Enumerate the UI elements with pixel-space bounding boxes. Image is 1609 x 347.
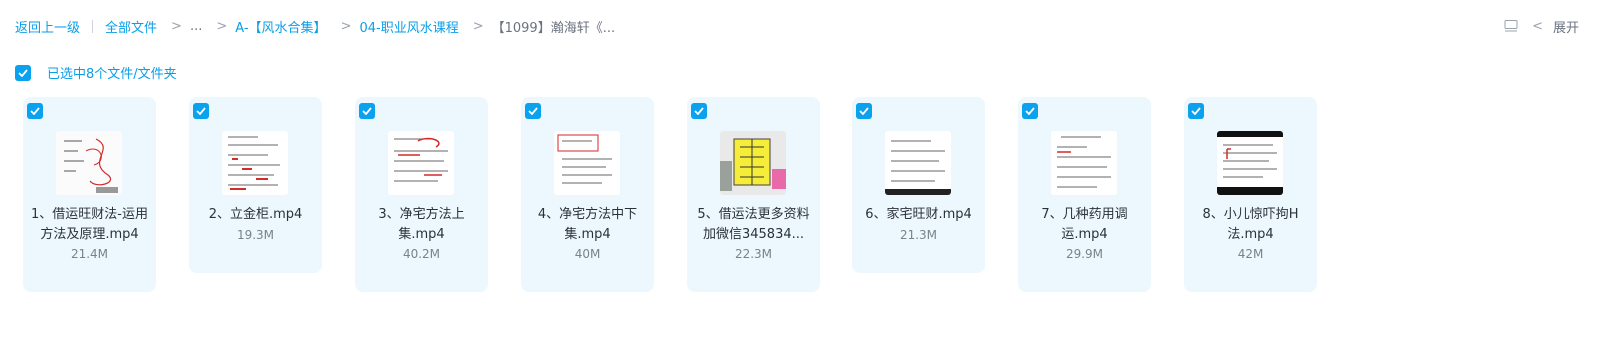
file-name: 8、小儿惊吓拘H法.mp4 [1202,207,1299,242]
file-card[interactable]: 5、借运法更多资料加微信345834... 22.3M [687,97,820,292]
file-size: 40.2M [402,247,441,261]
file-size: 19.3M [236,228,275,242]
breadcrumb-level2[interactable]: 04-职业风水课程 [359,17,458,36]
expand-button[interactable]: < 展开 [1532,17,1579,36]
video-thumbnail [1051,131,1117,195]
file-card[interactable]: 7、几种药用调运.mp4 29.9M [1018,97,1151,292]
file-checkbox[interactable] [525,103,541,119]
file-size: 21.4M [70,247,109,261]
file-card[interactable]: 8、小儿惊吓拘H法.mp4 42M [1184,97,1317,292]
file-size: 22.3M [734,247,773,261]
file-checkbox[interactable] [27,103,43,119]
file-checkbox[interactable] [691,103,707,119]
breadcrumb-ellipsis[interactable]: ... [190,19,202,34]
breadcrumb-level1[interactable]: A-【风水合集】 [235,17,326,36]
file-name: 3、净宅方法上集.mp4 [378,207,465,242]
divider [92,19,94,33]
select-all-checkbox[interactable] [15,64,31,81]
breadcrumb-current: 【1099】瀚海轩《... [491,20,616,36]
file-name: 5、借运法更多资料加微信345834... [697,207,810,242]
file-checkbox[interactable] [1022,103,1038,119]
expand-label: 展开 [1552,20,1579,36]
video-thumbnail [1217,131,1283,195]
breadcrumb-root[interactable]: 全部文件 [105,17,157,36]
file-checkbox[interactable] [359,103,375,119]
video-thumbnail [388,131,454,195]
file-card[interactable]: 6、家宅旺财.mp4 21.3M [852,97,985,273]
file-name: 2、立金柜.mp4 [208,207,303,222]
file-size: 29.9M [1065,247,1104,261]
chevron-left-icon: < [1532,18,1543,34]
file-size: 42M [1237,247,1264,261]
file-card[interactable]: 2、立金柜.mp4 19.3M [189,97,322,273]
file-name: 6、家宅旺财.mp4 [865,207,972,222]
video-thumbnail [222,131,288,195]
video-thumbnail [885,131,951,195]
chevron-right-icon: > [472,18,484,34]
video-thumbnail [554,131,620,195]
back-link[interactable]: 返回上一级 [15,17,80,36]
file-name: 1、借运旺财法-运用方法及原理.mp4 [31,207,148,242]
chevron-right-icon: > [171,18,182,34]
selection-count: 已选中8个文件/文件夹 [47,67,177,82]
file-checkbox[interactable] [193,103,209,119]
video-thumbnail [720,131,786,195]
file-checkbox[interactable] [1188,103,1204,119]
file-name: 4、净宅方法中下集.mp4 [537,207,638,242]
file-name: 7、几种药用调运.mp4 [1041,207,1128,242]
video-thumbnail [56,131,122,195]
file-card[interactable]: 1、借运旺财法-运用方法及原理.mp4 21.4M [23,97,156,292]
file-card[interactable]: 3、净宅方法上集.mp4 40.2M [355,97,488,292]
list-view-icon[interactable] [1504,20,1518,32]
selection-bar: 已选中8个文件/文件夹 [15,63,177,82]
breadcrumb: 返回上一级 全部文件 > ... > A-【风水合集】 > 04-职业风水课程 … [15,14,615,38]
file-size: 40M [574,247,601,261]
file-card[interactable]: 4、净宅方法中下集.mp4 40M [521,97,654,292]
chevron-right-icon: > [216,18,228,34]
chevron-right-icon: > [340,18,352,34]
view-tools: < 展开 [1504,14,1579,38]
file-size: 21.3M [899,228,938,242]
file-checkbox[interactable] [856,103,872,119]
